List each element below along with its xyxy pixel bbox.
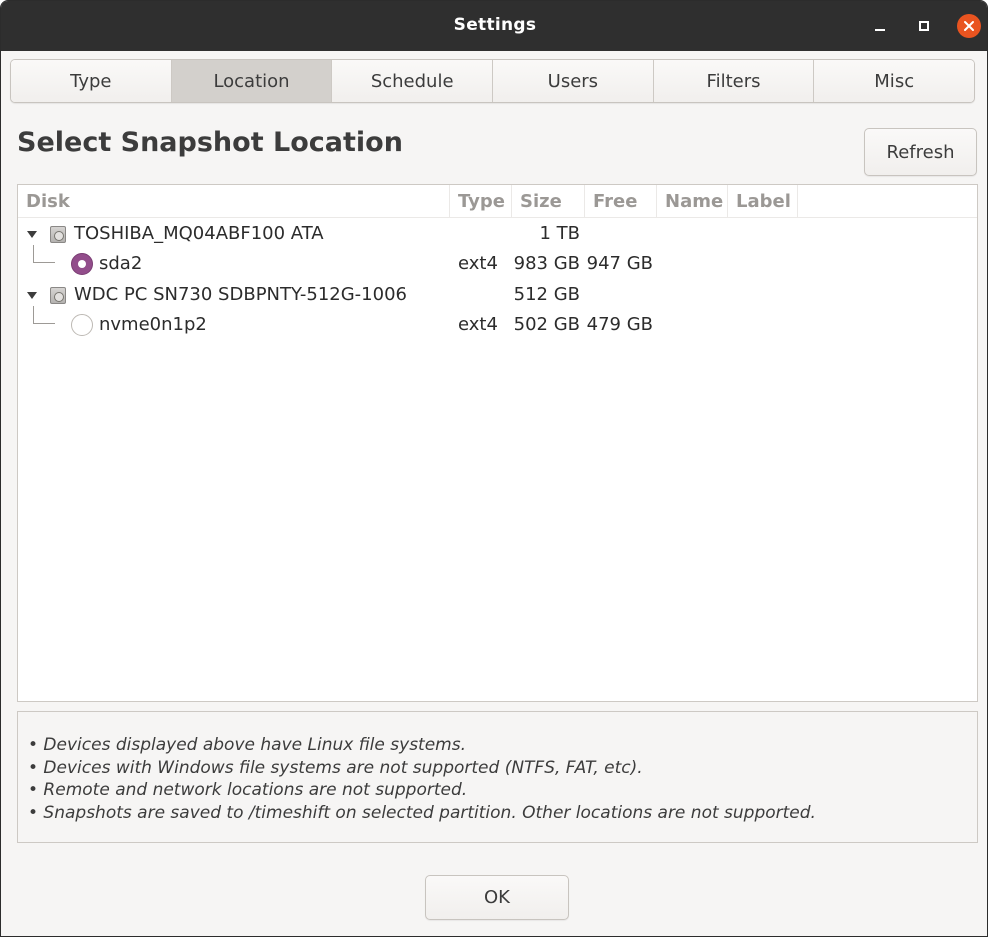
partition-name: nvme0n1p2 — [99, 314, 207, 335]
cell-size: 502 GB — [513, 314, 580, 335]
tab-location[interactable]: Location — [171, 60, 333, 102]
refresh-button[interactable]: Refresh — [864, 128, 977, 176]
note-line: • Snapshots are saved to /timeshift on s… — [28, 802, 816, 823]
column-header-free[interactable]: Free — [585, 185, 657, 218]
cell-type: ext4 — [458, 314, 498, 335]
hard-disk-icon — [50, 287, 66, 304]
tree-connector — [33, 245, 55, 263]
cell-size: 512 GB — [513, 284, 580, 305]
hard-disk-icon — [50, 226, 66, 243]
partition-radio-selected[interactable] — [71, 253, 93, 275]
note-line: • Remote and network locations are not s… — [28, 780, 468, 800]
page-title: Select Snapshot Location — [17, 127, 403, 158]
disk-name: WDC PC SN730 SDBPNTY-512G-1006 — [74, 284, 407, 305]
cell-type: ext4 — [458, 253, 498, 274]
settings-tabs: Type Location Schedule Users Filters Mis… — [10, 59, 975, 103]
cell-free: 947 GB — [586, 253, 653, 274]
column-header-type[interactable]: Type — [450, 185, 512, 218]
note-line: • Devices displayed above have Linux fil… — [28, 735, 466, 755]
tab-schedule[interactable]: Schedule — [332, 60, 494, 102]
partition-radio[interactable] — [71, 314, 93, 336]
list-header: Disk Type Size Free Name Label — [18, 185, 977, 218]
partition-row[interactable]: nvme0n1p2 ext4 502 GB 479 GB — [18, 306, 977, 340]
disk-list: Disk Type Size Free Name Label TOSHIBA_M… — [17, 184, 978, 702]
ok-button[interactable]: OK — [425, 875, 569, 920]
cell-size: 983 GB — [513, 253, 580, 274]
column-header-disk[interactable]: Disk — [18, 185, 450, 218]
note-line: • Devices with Windows file systems are … — [28, 757, 643, 778]
expander-down-icon[interactable] — [27, 292, 37, 299]
tab-type[interactable]: Type — [11, 60, 172, 102]
column-header-size[interactable]: Size — [512, 185, 585, 218]
disk-name: TOSHIBA_MQ04ABF100 ATA — [74, 223, 324, 244]
partition-name: sda2 — [99, 253, 143, 274]
minimize-icon — [875, 29, 885, 31]
tab-users[interactable]: Users — [493, 60, 654, 102]
cell-size: 1 TB — [539, 223, 580, 244]
window-title: Settings — [453, 15, 537, 35]
info-notes: • Devices displayed above have Linux fil… — [17, 711, 978, 843]
title-bar[interactable]: Settings — [1, 1, 987, 51]
disk-row[interactable]: WDC PC SN730 SDBPNTY-512G-1006 512 GB — [18, 280, 977, 310]
tree-connector — [33, 306, 55, 324]
tab-misc[interactable]: Misc — [814, 60, 974, 102]
settings-window: Settings Type Location Schedule Users Fi… — [0, 0, 988, 937]
disk-row[interactable]: TOSHIBA_MQ04ABF100 ATA 1 TB — [18, 219, 977, 249]
cell-free: 479 GB — [586, 314, 653, 335]
close-icon — [964, 21, 974, 31]
tab-filters[interactable]: Filters — [653, 60, 815, 102]
minimize-button[interactable] — [867, 13, 893, 39]
close-button[interactable] — [957, 14, 981, 38]
column-header-name[interactable]: Name — [657, 185, 728, 218]
column-header-label[interactable]: Label — [728, 185, 798, 218]
maximize-icon — [919, 21, 929, 31]
maximize-button[interactable] — [911, 13, 937, 39]
expander-down-icon[interactable] — [27, 231, 37, 238]
partition-row[interactable]: sda2 ext4 983 GB 947 GB — [18, 245, 977, 279]
